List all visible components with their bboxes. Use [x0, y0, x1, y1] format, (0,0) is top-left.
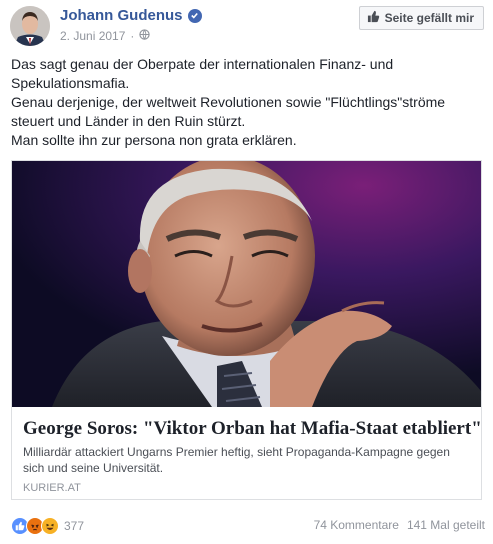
verified-badge-icon	[187, 8, 202, 23]
like-page-label: Seite gefällt mir	[384, 11, 474, 25]
post-text-line: Man sollte ihn zur persona non grata erk…	[11, 132, 297, 148]
post-text: Das sagt genau der Oberpate der internat…	[11, 55, 481, 150]
post-date[interactable]: 2. Juni 2017	[60, 29, 125, 43]
post-meta: 2. Juni 2017 ·	[60, 29, 151, 43]
author-name-text[interactable]: Johann Gudenus	[60, 7, 183, 24]
comments-count[interactable]: 74 Kommentare	[314, 518, 399, 532]
thumbs-up-icon	[367, 10, 385, 26]
link-preview-title[interactable]: George Soros: "Viktor Orban hat Mafia-St…	[23, 418, 482, 440]
like-page-button[interactable]: Seite gefällt mir	[358, 6, 484, 30]
engagement-counts: 74 Kommentare 141 Mal geteilt	[314, 518, 485, 532]
reactions-summary[interactable]: 377	[11, 517, 84, 535]
haha-icon	[41, 517, 59, 535]
link-preview-image[interactable]	[12, 161, 481, 407]
shares-count[interactable]: 141 Mal geteilt	[407, 518, 485, 532]
author-name[interactable]: Johann Gudenus	[60, 7, 202, 24]
facebook-post: Johann Gudenus 2. Juni 2017 · Seite gefä…	[0, 0, 493, 544]
link-preview-source: KURIER.AT	[23, 482, 81, 494]
meta-separator: ·	[130, 29, 135, 43]
post-text-line: Genau derjenige, der weltweit Revolution…	[11, 94, 446, 129]
globe-icon	[139, 29, 151, 43]
post-text-line: Das sagt genau der Oberpate der internat…	[11, 56, 394, 91]
author-avatar[interactable]	[10, 6, 50, 46]
link-preview-description: Milliardär attackiert Ungarns Premier he…	[23, 445, 450, 475]
reaction-count[interactable]: 377	[64, 519, 84, 533]
link-preview-card[interactable]: George Soros: "Viktor Orban hat Mafia-St…	[11, 160, 482, 500]
